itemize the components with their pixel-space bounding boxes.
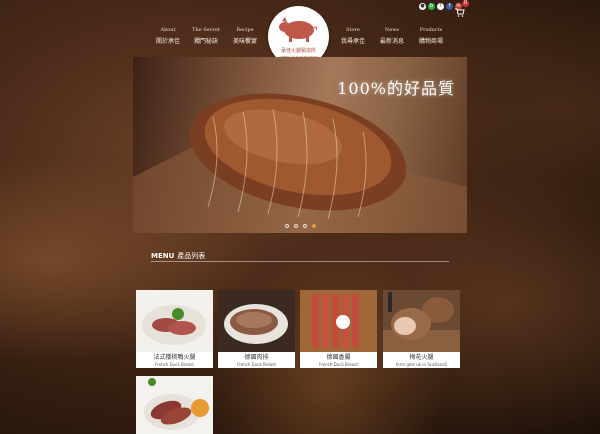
product-subtitle: French Duck Breast <box>237 362 276 367</box>
nav-item-secret[interactable]: The Secret 獨門秘訣 <box>186 27 226 45</box>
help-icon[interactable]: ? <box>437 3 444 10</box>
product-image <box>218 290 295 352</box>
product-subtitle: form gets uk in Scotland2 <box>395 362 448 367</box>
product-name: 德國香腸 <box>326 354 351 361</box>
menu-heading-zh: 產品列表 <box>177 252 206 260</box>
divider <box>151 261 449 262</box>
slider-dots <box>133 224 467 228</box>
product-card[interactable]: 梅花火腿 form gets uk in Scotland2 <box>383 290 460 368</box>
product-card[interactable] <box>136 376 213 434</box>
pig-logo-icon <box>279 17 318 42</box>
slider-dot[interactable] <box>293 224 298 228</box>
hero-banner: 100%的好品質 <box>133 57 467 233</box>
user-icon[interactable]: ● <box>419 3 426 10</box>
product-card[interactable]: 德國香腸 French Duck Breast <box>300 290 377 368</box>
cart-count-badge: 0 <box>462 0 469 7</box>
cart-icon <box>455 8 465 17</box>
product-subtitle: French Duck Breast <box>155 362 194 367</box>
slider-dot[interactable] <box>284 224 289 228</box>
nav-item-about[interactable]: About 關於承佳 <box>148 27 188 45</box>
blog-icon[interactable]: b <box>428 3 435 10</box>
nav-item-news[interactable]: News 最新消息 <box>372 27 412 45</box>
product-image <box>136 290 213 352</box>
nav-item-recipe[interactable]: Recipe 美味饗宴 <box>225 27 265 45</box>
nav-item-store[interactable]: Store 我尋承佳 <box>333 27 373 45</box>
nav-label-zh: 關於承佳 <box>155 38 180 45</box>
nav-label-en: Store <box>346 27 360 33</box>
nav-label-zh: 最新消息 <box>379 38 404 45</box>
nav-label-en: News <box>384 27 400 33</box>
nav-label-en: Recipe <box>236 27 254 33</box>
cart-button[interactable]: 0 <box>455 0 469 17</box>
nav-label-en: About <box>160 27 176 33</box>
nav-label-zh: 美味饗宴 <box>232 38 257 45</box>
nav-label-zh: 獨門秘訣 <box>193 38 218 45</box>
facebook-icon[interactable]: f <box>446 3 453 10</box>
nav-label-zh: 購物商場 <box>418 38 443 45</box>
product-name: 法式櫻桃鴨火腿 <box>153 354 196 361</box>
nav-item-products[interactable]: Products 購物商場 <box>411 27 451 45</box>
slider-dot-active[interactable] <box>311 224 316 228</box>
menu-heading: MENU 產品列表 <box>151 251 205 261</box>
banner-caption: 100%的好品質 <box>337 79 455 98</box>
nav-label-en: Products <box>419 27 443 33</box>
logo-name: 承佳火腿製造所 <box>280 48 316 54</box>
product-image <box>136 376 213 434</box>
product-subtitle: French Duck Breast <box>319 362 358 367</box>
product-image <box>300 290 377 352</box>
menu-heading-en: MENU <box>151 252 175 260</box>
product-name: 德國肉排 <box>244 354 269 361</box>
product-image <box>383 290 460 352</box>
product-name: 梅花火腿 <box>409 354 434 361</box>
nav-label-zh: 我尋承佳 <box>340 38 365 45</box>
product-card[interactable]: 德國肉排 French Duck Breast <box>218 290 295 368</box>
slider-dot[interactable] <box>302 224 307 228</box>
nav-label-en: The Secret <box>192 27 220 33</box>
product-card[interactable]: 法式櫻桃鴨火腿 French Duck Breast <box>136 290 213 368</box>
